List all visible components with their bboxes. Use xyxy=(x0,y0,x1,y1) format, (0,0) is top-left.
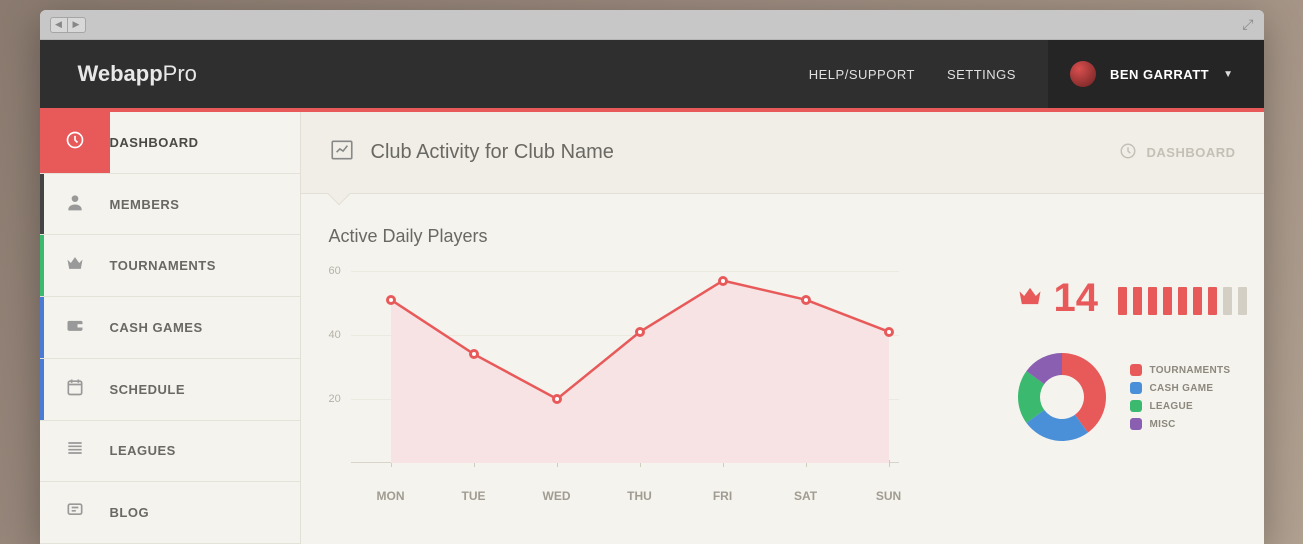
legend-item: CASH GAME xyxy=(1130,382,1231,394)
data-point xyxy=(469,349,479,359)
chart-panel: Active Daily Players 20 40 60 MON TUE WED THU F… xyxy=(329,226,996,544)
nav-arrows: ◀ ▶ xyxy=(50,17,86,33)
chevron-down-icon: ▼ xyxy=(1223,69,1233,80)
main-content: Club Activity for Club Name DASHBOARD Ac… xyxy=(300,112,1264,544)
sidebar-item-blog[interactable]: BLOG xyxy=(40,482,300,544)
sidebar-item-label: MEMBERS xyxy=(110,197,180,212)
nav-forward-button[interactable]: ▶ xyxy=(68,17,86,33)
sidebar-item-label: TOURNAMENTS xyxy=(110,258,216,273)
logo-bold: Webapp xyxy=(78,61,163,86)
calendar-icon xyxy=(65,377,85,402)
x-axis-tick: TUE xyxy=(462,489,486,503)
y-axis-tick: 60 xyxy=(329,265,341,277)
sidebar-item-label: SCHEDULE xyxy=(110,382,186,397)
logo-light: Pro xyxy=(163,61,197,86)
legend-item: LEAGUE xyxy=(1130,400,1231,412)
x-axis-tick: SAT xyxy=(794,489,817,503)
data-point xyxy=(884,327,894,337)
chart-title: Active Daily Players xyxy=(329,226,996,247)
user-name: BEN GARRATT xyxy=(1110,67,1209,82)
breadcrumb-label: DASHBOARD xyxy=(1147,145,1236,160)
sidebar-item-tournaments[interactable]: TOURNAMENTS xyxy=(40,235,300,297)
crown-icon xyxy=(1016,282,1044,315)
help-link[interactable]: HELP/SUPPORT xyxy=(809,67,915,82)
stats-column: 14 TOURNAMENTS CASH GAME LEAGUE MISC xyxy=(996,226,1236,544)
data-point xyxy=(386,295,396,305)
nav-back-button[interactable]: ◀ xyxy=(50,17,68,33)
user-menu[interactable]: BEN GARRATT ▼ xyxy=(1048,40,1264,108)
sidebar-item-leagues[interactable]: LEAGUES xyxy=(40,421,300,483)
data-point xyxy=(801,295,811,305)
chart-icon xyxy=(329,137,355,168)
legend-item: MISC xyxy=(1130,418,1231,430)
breadcrumb[interactable]: DASHBOARD xyxy=(1119,142,1236,163)
sidebar-item-members[interactable]: MEMBERS xyxy=(40,174,300,236)
sidebar-item-cashgames[interactable]: CASH GAMES xyxy=(40,297,300,359)
y-axis-tick: 40 xyxy=(329,329,341,341)
avatar xyxy=(1070,61,1096,87)
dashboard-breadcrumb-icon xyxy=(1119,142,1137,163)
list-icon xyxy=(65,438,85,463)
app-header: WebappPro HELP/SUPPORT SETTINGS BEN GARR… xyxy=(40,40,1264,108)
page-title: Club Activity for Club Name xyxy=(371,141,614,164)
chat-icon xyxy=(65,500,85,525)
legend-item: TOURNAMENTS xyxy=(1130,364,1231,376)
big-stat-value: 14 xyxy=(1054,276,1099,321)
data-point xyxy=(552,394,562,404)
app-body: DASHBOARD MEMBERS TOURNAMENTS xyxy=(40,112,1264,544)
app-logo: WebappPro xyxy=(78,61,197,87)
sidebar: DASHBOARD MEMBERS TOURNAMENTS xyxy=(40,112,300,544)
big-stat: 14 xyxy=(1016,276,1236,321)
wallet-icon xyxy=(65,315,85,340)
sidebar-item-schedule[interactable]: SCHEDULE xyxy=(40,359,300,421)
window-titlebar: ◀ ▶ ⤢ xyxy=(40,10,1264,40)
x-axis-tick: MON xyxy=(377,489,405,503)
chart-legend: TOURNAMENTS CASH GAME LEAGUE MISC xyxy=(1130,364,1231,430)
data-point xyxy=(718,276,728,286)
sidebar-item-label: CASH GAMES xyxy=(110,320,203,335)
page-header: Club Activity for Club Name DASHBOARD xyxy=(301,112,1264,194)
sidebar-item-label: LEAGUES xyxy=(110,443,176,458)
sidebar-item-label: BLOG xyxy=(110,505,150,520)
donut-row: TOURNAMENTS CASH GAME LEAGUE MISC xyxy=(1016,351,1236,443)
line-chart: 204060MONTUEWEDTHUFRISATSUN xyxy=(329,271,899,481)
x-axis-tick: FRI xyxy=(713,489,732,503)
x-axis-tick: THU xyxy=(627,489,652,503)
user-icon xyxy=(65,192,85,217)
data-point xyxy=(635,327,645,337)
x-axis-tick: SUN xyxy=(876,489,901,503)
settings-link[interactable]: SETTINGS xyxy=(947,67,1016,82)
expand-icon[interactable]: ⤢ xyxy=(1242,16,1253,33)
sidebar-item-dashboard[interactable]: DASHBOARD xyxy=(40,112,300,174)
content-area: Active Daily Players 20 40 60 MON TUE WED THU F… xyxy=(301,194,1264,544)
sidebar-item-label: DASHBOARD xyxy=(110,135,199,150)
donut-chart xyxy=(1016,351,1108,443)
crown-icon xyxy=(65,253,85,278)
dashboard-icon xyxy=(65,130,85,155)
x-axis-tick: WED xyxy=(543,489,571,503)
y-axis-tick: 20 xyxy=(329,393,341,405)
app-window: ◀ ▶ ⤢ WebappPro HELP/SUPPORT SETTINGS BE… xyxy=(40,10,1264,544)
sparkline-bars xyxy=(1118,283,1247,315)
